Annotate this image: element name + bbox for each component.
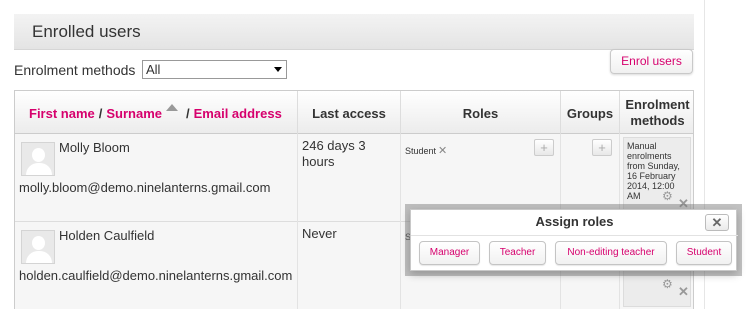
unenrol-icon[interactable]: ✕ [678, 285, 689, 298]
enrolment-methods-selected: All [146, 62, 161, 77]
header-separator: / [186, 105, 190, 121]
last-access-cell: 246 days 3 hours [298, 134, 401, 222]
role-badge: Student ✕ [405, 144, 447, 157]
chevron-down-icon [274, 67, 282, 72]
avatar[interactable] [21, 142, 55, 176]
sort-first-name-link[interactable]: First name [29, 106, 95, 121]
column-groups: Groups [561, 91, 620, 135]
enrolment-methods-select[interactable]: All [142, 60, 287, 79]
last-access-cell: Never [298, 222, 401, 309]
page-header: Enrolled users [14, 14, 694, 50]
role-button-non-editing-teacher[interactable]: Non-editing teacher [555, 241, 667, 265]
enrolment-method-box: Manual enrolments from Sunday, 16 Februa… [623, 137, 691, 219]
enrolment-methods-label: Enrolment methods [14, 62, 136, 78]
column-name: First name / Surname / Email address [15, 91, 298, 135]
column-roles: Roles [401, 91, 561, 135]
sort-ascending-icon [166, 103, 179, 111]
column-enrolment-methods: Enrolment methods [625, 97, 690, 128]
unenrol-icon[interactable]: ✕ [678, 197, 689, 210]
header-separator: / [98, 105, 103, 121]
role-button-manager[interactable]: Manager [419, 241, 480, 265]
table-header: First name / Surname / Email address Las… [15, 90, 693, 135]
enrol-users-button[interactable]: Enrol users [610, 49, 693, 74]
user-email: holden.caulfield@demo.ninelanterns.gmail… [19, 268, 293, 283]
avatar[interactable] [21, 230, 55, 264]
name-cell: Molly Bloom molly.bloom@demo.ninelantern… [15, 134, 298, 222]
role-button-teacher[interactable]: Teacher [489, 241, 546, 265]
close-icon[interactable]: ✕ [705, 214, 729, 231]
role-button-student[interactable]: Student [676, 241, 732, 265]
assign-role-button[interactable]: + [534, 139, 554, 156]
sort-email-link[interactable]: Email address [194, 106, 282, 121]
dialog-divider [411, 235, 738, 236]
page-title: Enrolled users [32, 22, 141, 41]
sort-surname-link[interactable]: Surname [106, 106, 162, 121]
remove-role-icon[interactable]: ✕ [438, 145, 447, 157]
enrolled-users-table: First name / Surname / Email address Las… [14, 90, 694, 309]
column-last-access: Last access [298, 91, 401, 135]
assign-roles-dialog: Assign roles ✕ Manager Teacher Non-editi… [410, 209, 738, 271]
name-cell: Holden Caulfield holden.caulfield@demo.n… [15, 222, 298, 309]
gear-icon[interactable]: ⚙ [662, 190, 673, 202]
last-access-value: 246 days 3 hours [302, 138, 366, 169]
dialog-title: Assign roles [535, 214, 614, 229]
user-name[interactable]: Holden Caulfield [59, 228, 154, 243]
role-label: Student [405, 146, 437, 156]
last-access-value: Never [302, 226, 337, 241]
add-group-button[interactable]: + [592, 139, 612, 156]
gear-icon[interactable]: ⚙ [662, 278, 673, 290]
user-name[interactable]: Molly Bloom [59, 140, 130, 155]
user-email: molly.bloom@demo.ninelanterns.gmail.com [19, 180, 271, 195]
